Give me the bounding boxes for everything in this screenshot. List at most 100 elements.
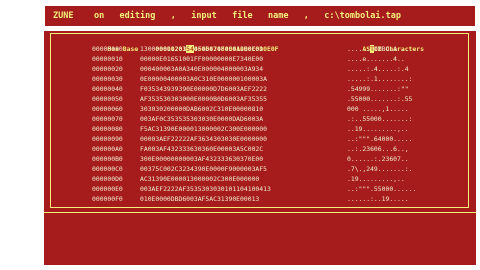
hex-row[interactable]: 00000090 00003AEF22222AF3634303030E000000… xyxy=(92,134,451,144)
row-ascii[interactable]: ..19.........,.. xyxy=(347,124,451,134)
hex-row[interactable]: 000000A0 FA003AF432333630360E00003A5C002C… xyxy=(92,144,451,154)
hex-row[interactable]: 000000F0 010E0000DBD6003AF5AC31390E00013.… xyxy=(92,194,451,204)
status-line: on editing , input file name , c:\tombol… xyxy=(93,11,402,21)
row-hex-bytes[interactable]: 303030200000DAB6002C310E00000810 xyxy=(140,104,347,114)
ascii-segment: ..:.23606...6.., xyxy=(347,145,409,153)
row-address: 00000050 xyxy=(92,95,123,103)
ascii-segment: ...... xyxy=(347,45,371,53)
row-ascii[interactable]: 0......:.23607.. xyxy=(347,154,451,164)
ascii-segment: ..19.........,.. xyxy=(347,125,409,133)
row-hex-bytes[interactable]: 00375C002C3234390E0000F9000003AF5 xyxy=(140,164,347,174)
hex-row[interactable]: 00000010 00000E01651001FF00000000E7340E00… xyxy=(92,54,451,64)
row-hex-bytes[interactable]: 300E00000000003AF432333630370E00 xyxy=(140,154,347,164)
row-hex-bytes[interactable]: 00000E01651001FF00000000E7340E00 xyxy=(140,54,347,64)
hex-bytes-segment: 0E00000400003A0C310E000000100003A xyxy=(140,75,267,83)
row-ascii[interactable]: .....:.1........: xyxy=(347,74,451,84)
row-address: 00000070 xyxy=(92,115,123,123)
hex-bytes-segment: FA003AF432333630360E00003A5C002C xyxy=(140,145,264,153)
row-ascii[interactable]: .19.........,.. xyxy=(347,174,451,184)
hex-bytes-segment: 00000E01651001FF00000000E7340E00 xyxy=(140,55,264,63)
hex-row[interactable]: 00000060 303030200000DAB6002C310E00000810… xyxy=(92,104,451,114)
hex-row[interactable]: 00000000 130000001201544F4D424F4C41200E01… xyxy=(92,44,451,54)
row-hex-bytes[interactable]: 003AF0C353535303030E0000DAD6003A xyxy=(140,114,347,124)
row-hex-bytes[interactable]: 010E0000DBD6003AF5AC31390E00013 xyxy=(140,194,347,204)
row-ascii[interactable]: .:..55000.......: xyxy=(347,114,451,124)
ascii-segment: .....:.4.....:.4 xyxy=(347,65,409,73)
row-ascii[interactable]: .7\.,249.......:. xyxy=(347,164,451,174)
row-address: 000000E0 xyxy=(92,185,123,193)
row-hex-bytes[interactable]: 130000001201544F4D424F4C41200E01 xyxy=(140,44,347,54)
row-hex-bytes[interactable]: 0E00000400003A0C310E000000100003A xyxy=(140,74,347,84)
hex-row[interactable]: 00000050 AF353530303000E0000B0D6003AF3535… xyxy=(92,94,451,104)
row-address: 00000090 xyxy=(92,135,123,143)
hex-bytes-segment: 003AEF2222AF3535303030101104100413 xyxy=(140,185,271,193)
hex-bytes-segment: 130000001201 xyxy=(140,45,187,53)
hex-bytes-segment: 300E00000000003AF432333630370E00 xyxy=(140,155,264,163)
column-header: Hex Base 000102030405060708090A0B0C0D0E0F… xyxy=(92,34,466,53)
row-ascii[interactable]: 000 .....,1..... xyxy=(347,104,451,114)
row-address: 00000080 xyxy=(92,125,123,133)
hex-row[interactable]: 000000D0 AC31390E000013000002C300E000000.… xyxy=(92,174,451,184)
hex-bytes-segment: F035343939390E00000D7D6003AEF2222 xyxy=(140,85,267,93)
hex-row[interactable]: 00000040 F035343939390E00000D7D6003AEF222… xyxy=(92,84,451,94)
row-ascii[interactable]: ......:..19..... xyxy=(347,194,451,204)
row-hex-bytes[interactable]: 003AEF2222AF3535303030101104100413 xyxy=(140,184,347,194)
row-address: 00000010 xyxy=(92,55,123,63)
hex-row[interactable]: 00000080 F5AC31390E000013000002C300E00000… xyxy=(92,124,451,134)
row-hex-bytes[interactable]: 00003AEF22222AF3634303030E0000000 xyxy=(140,134,347,144)
row-address: 00000040 xyxy=(92,85,123,93)
row-address: 000000F0 xyxy=(92,195,123,203)
row-address: 00000060 xyxy=(92,105,123,113)
row-ascii[interactable]: ..:""".64000..... xyxy=(347,134,451,144)
hex-bytes-segment: 010E0000DBD6003AF5AC31390E00013 xyxy=(140,195,260,203)
row-ascii[interactable]: .55000.......:.55 xyxy=(347,94,451,104)
hex-cursor[interactable]: 54 xyxy=(186,45,194,53)
hex-bytes-segment: AF353530303000E0000B0D6003AF35355 xyxy=(140,95,267,103)
row-ascii[interactable]: ......TOMBOLA .. xyxy=(347,44,451,54)
row-ascii[interactable]: ..:""".55000...... xyxy=(347,184,451,194)
row-hex-bytes[interactable]: F5AC31390E000013000002C300E000000 xyxy=(140,124,347,134)
hex-row[interactable]: 000000C0 00375C002C3234390E0000F9000003AF… xyxy=(92,164,451,174)
row-address: 000000B0 xyxy=(92,155,123,163)
ascii-segment: .:..55000.......: xyxy=(347,115,413,123)
hex-bytes-segment: 00003AEF22222AF3634303030E0000000 xyxy=(140,135,267,143)
row-hex-bytes[interactable]: AF353530303000E0000B0D6003AF35355 xyxy=(140,94,347,104)
hex-row[interactable]: 00000030 0E00000400003A0C310E000000100003… xyxy=(92,74,451,84)
ascii-segment: ....e.......4.. xyxy=(347,55,405,63)
row-address: 000000D0 xyxy=(92,175,123,183)
row-ascii[interactable]: .....:.4.....:.4 xyxy=(347,64,451,74)
row-address: 000000A0 xyxy=(92,145,123,153)
hex-row[interactable]: 000000B0 300E00000000003AF432333630370E00… xyxy=(92,154,451,164)
ascii-segment: ..:""".55000...... xyxy=(347,185,417,193)
ascii-segment: ..:""".64000..... xyxy=(347,135,413,143)
row-address: 000000C0 xyxy=(92,165,123,173)
ascii-segment: .55000.......:.55 xyxy=(347,95,413,103)
row-ascii[interactable]: ..:.23606...6.., xyxy=(347,144,451,154)
row-ascii[interactable]: .54999.......:"" xyxy=(347,84,451,94)
row-hex-bytes[interactable]: 000400003A0A340E000004000003A934 xyxy=(140,64,347,74)
ascii-segment: 000 .....,1..... xyxy=(347,105,409,113)
ascii-segment: .19.........,.. xyxy=(347,175,405,183)
hex-bytes-segment: 003AF0C353535303030E0000DAD6003A xyxy=(140,115,264,123)
hex-bytes-segment: 303030200000DAB6002C310E00000810 xyxy=(140,105,264,113)
hex-bytes-segment: AC31390E000013000002C300E000000 xyxy=(140,175,260,183)
row-address: 00000030 xyxy=(92,75,123,83)
hex-editor-screen: Hex Base 000102030405060708090A0B0C0D0E0F… xyxy=(44,31,476,265)
row-ascii[interactable]: ....e.......4.. xyxy=(347,54,451,64)
ascii-segment: .....:.1........: xyxy=(347,75,413,83)
row-hex-bytes[interactable]: FA003AF432333630360E00003A5C002C xyxy=(140,144,347,154)
ascii-segment: .54999.......:"" xyxy=(347,85,409,93)
row-hex-bytes[interactable]: AC31390E000013000002C300E000000 xyxy=(140,174,347,184)
row-hex-bytes[interactable]: F035343939390E00000D7D6003AEF2222 xyxy=(140,84,347,94)
hex-bytes-segment: 00375C002C3234390E0000F9000003AF5 xyxy=(140,165,267,173)
hex-row[interactable]: 00000020 000400003A0A340E000004000003A934… xyxy=(92,64,451,74)
hex-bytes-segment: F5AC31390E000013000002C300E000000 xyxy=(140,125,267,133)
ascii-segment: OMBOLA .. xyxy=(373,45,409,53)
ascii-segment: ......:..19..... xyxy=(347,195,409,203)
row-address: 00000000 xyxy=(92,45,123,53)
hex-bytes-segment: 4F4D424F4C41200E01 xyxy=(193,45,264,53)
hex-row[interactable]: 000000E0 003AEF2222AF35353030301011041004… xyxy=(92,184,451,194)
hex-row[interactable]: 00000070 003AF0C353535303030E0000DAD6003A… xyxy=(92,114,451,124)
row-address: 00000020 xyxy=(92,65,123,73)
hex-bytes-segment: 000400003A0A340E000004000003A934 xyxy=(140,65,264,73)
